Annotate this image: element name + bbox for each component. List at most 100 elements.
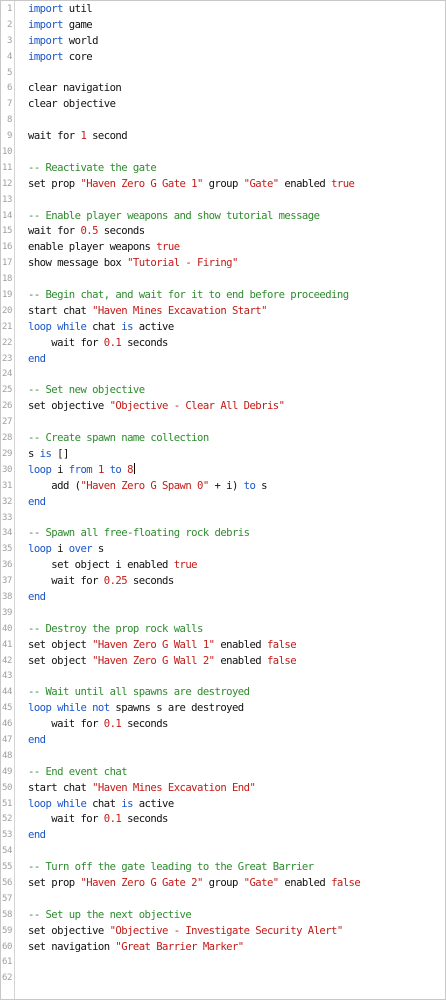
code-line[interactable]: 35 loop i over s	[1, 542, 445, 558]
keyword-token: is	[121, 320, 133, 333]
comment-token: -- Spawn all free-floating rock debris	[28, 527, 250, 540]
line-code: wait for 0.5 seconds	[28, 224, 145, 240]
code-line[interactable]: 50 start chat "Haven Mines Excavation End…	[1, 781, 445, 797]
plain-token: enable player weapons	[28, 241, 157, 254]
code-line[interactable]: 23 end	[1, 352, 445, 368]
code-line[interactable]: 32 end	[1, 495, 445, 511]
keyword-token: is	[121, 797, 133, 810]
code-line[interactable]: 48	[1, 749, 445, 765]
code-line[interactable]: 44 -- Wait until all spawns are destroyed	[1, 685, 445, 701]
code-line[interactable]: 15 wait for 0.5 seconds	[1, 224, 445, 240]
line-number: 9	[6, 131, 12, 142]
keyword-token: end	[28, 495, 46, 508]
string-token: "Great Barrier Marker"	[115, 940, 244, 953]
code-line[interactable]: 16 enable player weapons true	[1, 240, 445, 256]
code-line[interactable]: 60 set navigation "Great Barrier Marker"	[1, 940, 445, 956]
code-line[interactable]: 57	[1, 892, 445, 908]
code-line[interactable]: 52 wait for 0.1 seconds	[1, 812, 445, 828]
plain-token: wait for	[28, 225, 81, 238]
code-line[interactable]: 19 -- Begin chat, and wait for it to end …	[1, 288, 445, 304]
code-line[interactable]: 4 import core	[1, 50, 445, 66]
number-token: 0.5	[80, 225, 98, 238]
code-line[interactable]: 11 -- Reactivate the gate	[1, 161, 445, 177]
code-line[interactable]: 46 wait for 0.1 seconds	[1, 717, 445, 733]
code-line[interactable]: 21 loop while chat is active	[1, 320, 445, 336]
plain-token: core	[62, 50, 93, 63]
line-code: -- Begin chat, and wait for it to end be…	[28, 288, 349, 304]
code-line[interactable]: 5	[1, 66, 445, 82]
line-number: 15	[1, 226, 12, 237]
code-line[interactable]: 49 -- End event chat	[1, 765, 445, 781]
keyword-token: import	[28, 34, 64, 47]
code-line[interactable]: 28 -- Create spawn name collection	[1, 431, 445, 447]
line-number: 61	[1, 957, 12, 968]
string-token: "Haven Zero G Gate 1"	[80, 177, 203, 190]
code-line[interactable]: 27	[1, 415, 445, 431]
code-line[interactable]: 41 set object "Haven Zero G Wall 1" enabl…	[1, 638, 445, 654]
code-line[interactable]: 31 add ("Haven Zero G Spawn 0" + i) to s	[1, 479, 445, 495]
line-number: 47	[1, 734, 12, 745]
code-line[interactable]: 39	[1, 606, 445, 622]
code-line[interactable]: 55 -- Turn off the gate leading to the Gr…	[1, 860, 445, 876]
keyword-token: loop	[28, 543, 52, 556]
code-line[interactable]: 26 set objective "Objective - Clear All D…	[1, 399, 445, 415]
code-line[interactable]: 54	[1, 844, 445, 860]
code-line[interactable]: 7 clear objective	[1, 97, 445, 113]
code-line[interactable]: 40 -- Destroy the prop rock walls	[1, 622, 445, 638]
code-line[interactable]: 18	[1, 272, 445, 288]
comment-token: -- Set up the next objective	[28, 908, 192, 921]
code-editor[interactable]: 1 import util 2 import game 3 import world 4 im…	[0, 0, 446, 1000]
line-code: set objective "Objective - Clear All Deb…	[28, 399, 285, 415]
code-line[interactable]: 1 import util	[1, 2, 445, 18]
code-line[interactable]: 58 -- Set up the next objective	[1, 908, 445, 924]
keyword-token: import	[28, 18, 64, 31]
string-token: "Haven Mines Excavation End"	[92, 781, 256, 794]
plain-token: set object	[28, 638, 93, 651]
line-code: set object "Haven Zero G Wall 2" enabled…	[28, 654, 297, 670]
code-line[interactable]: 2 import game	[1, 18, 445, 34]
code-line[interactable]: 30 loop i from 1 to 8	[1, 462, 445, 479]
code-line[interactable]: 20 start chat "Haven Mines Excavation Sta…	[1, 304, 445, 320]
code-line[interactable]: 6 clear navigation	[1, 81, 445, 97]
code-line[interactable]: 22 wait for 0.1 seconds	[1, 336, 445, 352]
code-line[interactable]: 37 wait for 0.25 seconds	[1, 574, 445, 590]
plain-token: world	[62, 34, 99, 47]
code-line[interactable]: 38 end	[1, 590, 445, 606]
code-line[interactable]: 42 set object "Haven Zero G Wall 2" enabl…	[1, 654, 445, 670]
comment-token: -- Enable player weapons and show tutori…	[28, 209, 320, 222]
line-number: 53	[1, 830, 12, 841]
code-line[interactable]: 61	[1, 955, 445, 971]
code-line[interactable]: 13	[1, 193, 445, 209]
code-line[interactable]: 47 end	[1, 733, 445, 749]
code-line[interactable]: 17 show message box "Tutorial - Firing"	[1, 256, 445, 272]
code-line[interactable]: 36 set object i enabled true	[1, 558, 445, 574]
code-line[interactable]: 53 end	[1, 828, 445, 844]
line-number: 32	[1, 496, 12, 507]
code-line[interactable]: 14 -- Enable player weapons and show tuto…	[1, 209, 445, 225]
comment-token: -- End event chat	[28, 765, 128, 778]
line-code: start chat "Haven Mines Excavation End"	[28, 781, 256, 797]
plain-token: group	[202, 876, 244, 889]
code-line[interactable]: 24	[1, 367, 445, 383]
line-code: loop while not spawns s are destroyed	[28, 701, 244, 717]
line-code: -- Turn off the gate leading to the Grea…	[28, 860, 314, 876]
code-line[interactable]: 9 wait for 1 second	[1, 129, 445, 145]
code-line[interactable]: 3 import world	[1, 34, 445, 50]
code-line[interactable]: 29 s is []	[1, 447, 445, 463]
code-line[interactable]: 34 -- Spawn all free-floating rock debris	[1, 526, 445, 542]
code-line[interactable]: 43	[1, 669, 445, 685]
code-line[interactable]: 12 set prop "Haven Zero G Gate 1" group "…	[1, 177, 445, 193]
code-line[interactable]: 10	[1, 145, 445, 161]
code-line[interactable]: 45 loop while not spawns s are destroyed	[1, 701, 445, 717]
code-line[interactable]: 59 set objective "Objective - Investigate…	[1, 924, 445, 940]
code-line[interactable]: 33	[1, 511, 445, 527]
code-lines[interactable]: 1 import util 2 import game 3 import world 4 im…	[1, 2, 445, 987]
code-line[interactable]: 62	[1, 971, 445, 987]
string-token: "Haven Zero G Spawn 0"	[80, 479, 209, 492]
code-line[interactable]: 25 -- Set new objective	[1, 383, 445, 399]
code-line[interactable]: 8	[1, 113, 445, 129]
string-token: "Gate"	[243, 177, 280, 190]
code-line[interactable]: 56 set prop "Haven Zero G Gate 2" group "…	[1, 876, 445, 892]
code-line[interactable]: 51 loop while chat is active	[1, 797, 445, 813]
line-number: 43	[1, 671, 12, 682]
